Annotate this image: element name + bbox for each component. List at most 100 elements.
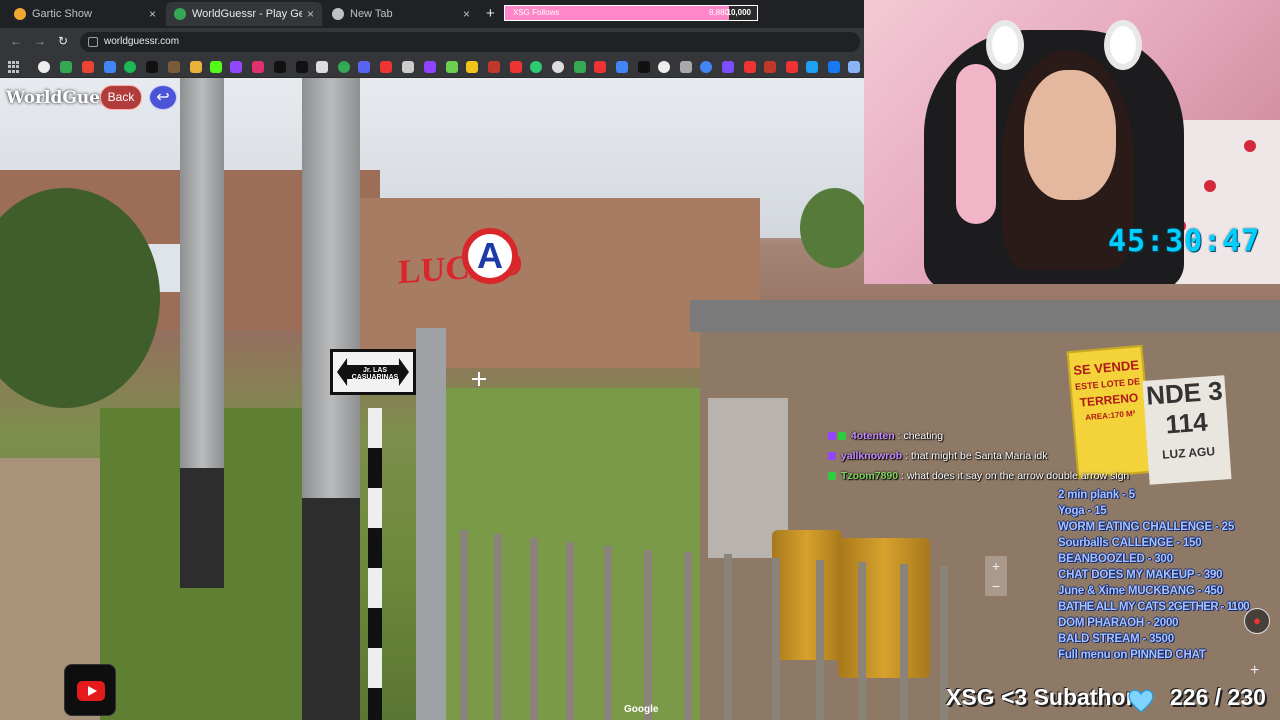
bookmark-icon[interactable] (786, 61, 798, 73)
youtube-icon[interactable] (64, 664, 116, 716)
x-bookmark-icon[interactable] (146, 61, 158, 73)
return-to-start-button[interactable]: ↩ (149, 85, 177, 110)
bookmark-icon[interactable] (316, 61, 328, 73)
bookmark-icon[interactable] (722, 61, 734, 73)
bookmark-icon[interactable] (402, 61, 414, 73)
yellow-barrel (838, 538, 930, 678)
chair-stripe (956, 64, 996, 224)
mural-circle-logo: A (462, 228, 518, 284)
poster-line: AREA:170 M² (1084, 408, 1136, 423)
bookmark-icon[interactable] (190, 61, 202, 73)
menu-item: WORM EATING CHALLENGE - 25 (1058, 521, 1235, 533)
bookmark-icon[interactable] (530, 61, 542, 73)
close-icon[interactable]: × (307, 7, 314, 21)
kick-bookmark-icon[interactable] (210, 61, 222, 73)
facebook-bookmark-icon[interactable] (828, 61, 840, 73)
spotify-bookmark-icon[interactable] (124, 61, 136, 73)
subathon-count: 226 / 230 (1170, 684, 1266, 710)
bookmark-icon[interactable] (616, 61, 628, 73)
close-icon[interactable]: × (149, 7, 156, 21)
gmail-bookmark-icon[interactable] (82, 61, 94, 73)
bookmark-icon[interactable] (338, 61, 350, 73)
bookmark-icon[interactable] (168, 61, 180, 73)
zoom-in-button[interactable]: + (985, 556, 1007, 576)
site-info-icon[interactable] (88, 37, 98, 47)
tab-worldguessr[interactable]: WorldGuessr - Play Geoguessr × (166, 2, 322, 26)
follow-goal-label: XSG Follows (513, 8, 560, 17)
bookmark-icon[interactable] (488, 61, 500, 73)
bookmark-icon[interactable] (552, 61, 564, 73)
crosshair-cursor-icon (472, 372, 486, 386)
pole-base (302, 498, 360, 720)
poster-line: TERRENO (1079, 390, 1139, 410)
shed-roof (690, 300, 1280, 332)
chat-overlay: 4otenten : cheating yallknowrob : that m… (828, 430, 1168, 490)
bookmark-icon[interactable] (680, 61, 692, 73)
youtube-bookmark-icon[interactable] (380, 61, 392, 73)
badge-icon (828, 472, 836, 480)
instagram-bookmark-icon[interactable] (252, 61, 264, 73)
back-arrow-icon[interactable]: ← (10, 34, 22, 48)
fence-post (684, 552, 692, 720)
menu-item: Yoga - 15 (1058, 505, 1107, 517)
follow-goal-target: 10,000 (726, 8, 751, 17)
fence-post (460, 530, 468, 720)
bookmark-icon[interactable] (574, 61, 586, 73)
badge-icon (838, 432, 846, 440)
back-button[interactable]: Back (100, 85, 142, 110)
tab-new-tab[interactable]: New Tab × (324, 2, 478, 26)
bookmark-icon[interactable] (358, 61, 370, 73)
menu-item: BALD STREAM - 3500 (1058, 633, 1174, 645)
bookmark-icon[interactable] (700, 61, 712, 73)
blue-heart-icon (1128, 689, 1154, 713)
chat-text: that might be Santa Maria idk (910, 450, 1048, 462)
bookmark-icon[interactable] (466, 61, 478, 73)
menu-item: Full menu on PINNED CHAT (1058, 649, 1206, 661)
url-field[interactable]: worldguessr.com (80, 32, 860, 52)
fence-post (772, 558, 780, 720)
apps-grid-icon[interactable] (8, 61, 20, 73)
tab-title: WorldGuessr - Play Geoguessr (192, 8, 302, 20)
plus-icon[interactable]: + (1250, 662, 1259, 680)
badge-icon (828, 432, 836, 440)
bookmark-icon[interactable] (638, 61, 650, 73)
zoom-out-button[interactable]: − (985, 576, 1007, 596)
reload-icon[interactable]: ↻ (58, 34, 68, 48)
bookmark-icon[interactable] (594, 61, 606, 73)
new-tab-button[interactable]: + (486, 5, 495, 22)
map-pin-icon[interactable]: ● (1244, 608, 1270, 634)
fence-post (566, 542, 574, 720)
badge-icon (828, 452, 836, 460)
chat-text: what does it say on the arrow double arr… (906, 470, 1130, 482)
menu-item: CHAT DOES MY MAKEUP - 390 (1058, 569, 1223, 581)
bookmark-icon[interactable] (658, 61, 670, 73)
bookmark-icon[interactable] (510, 61, 522, 73)
tab-gartic-show[interactable]: Gartic Show × (6, 2, 164, 26)
chat-message: yallknowrob : that might be Santa Maria … (828, 450, 1168, 470)
url-text: worldguessr.com (104, 36, 180, 47)
poster-line: SE VENDE (1072, 357, 1140, 379)
x-bookmark-icon[interactable] (274, 61, 286, 73)
maps-bookmark-icon[interactable] (60, 61, 72, 73)
google-watermark: Google (624, 704, 659, 715)
utility-pole (180, 78, 224, 478)
bookmark-icon[interactable] (764, 61, 776, 73)
bookmark-icon[interactable] (424, 61, 436, 73)
headphone-ear (1104, 20, 1142, 70)
forward-arrow-icon[interactable]: → (34, 34, 46, 48)
drive-bookmark-icon[interactable] (104, 61, 116, 73)
bookmark-icon[interactable] (806, 61, 818, 73)
twitch-bookmark-icon[interactable] (230, 61, 242, 73)
street-sign-text: Jr. LAS CASUARINAS (351, 367, 399, 381)
pole-base (180, 468, 224, 588)
chat-username: Tzoom7890 (840, 470, 899, 482)
google-bookmark-icon[interactable] (38, 61, 50, 73)
gartic-favicon-icon (14, 8, 26, 20)
close-icon[interactable]: × (463, 7, 470, 21)
bookmark-icon[interactable] (744, 61, 756, 73)
tiktok-bookmark-icon[interactable] (296, 61, 308, 73)
bookmark-icon[interactable] (446, 61, 458, 73)
play-icon (88, 686, 97, 696)
concrete-post (416, 328, 446, 720)
bookmark-icon[interactable] (848, 61, 860, 73)
